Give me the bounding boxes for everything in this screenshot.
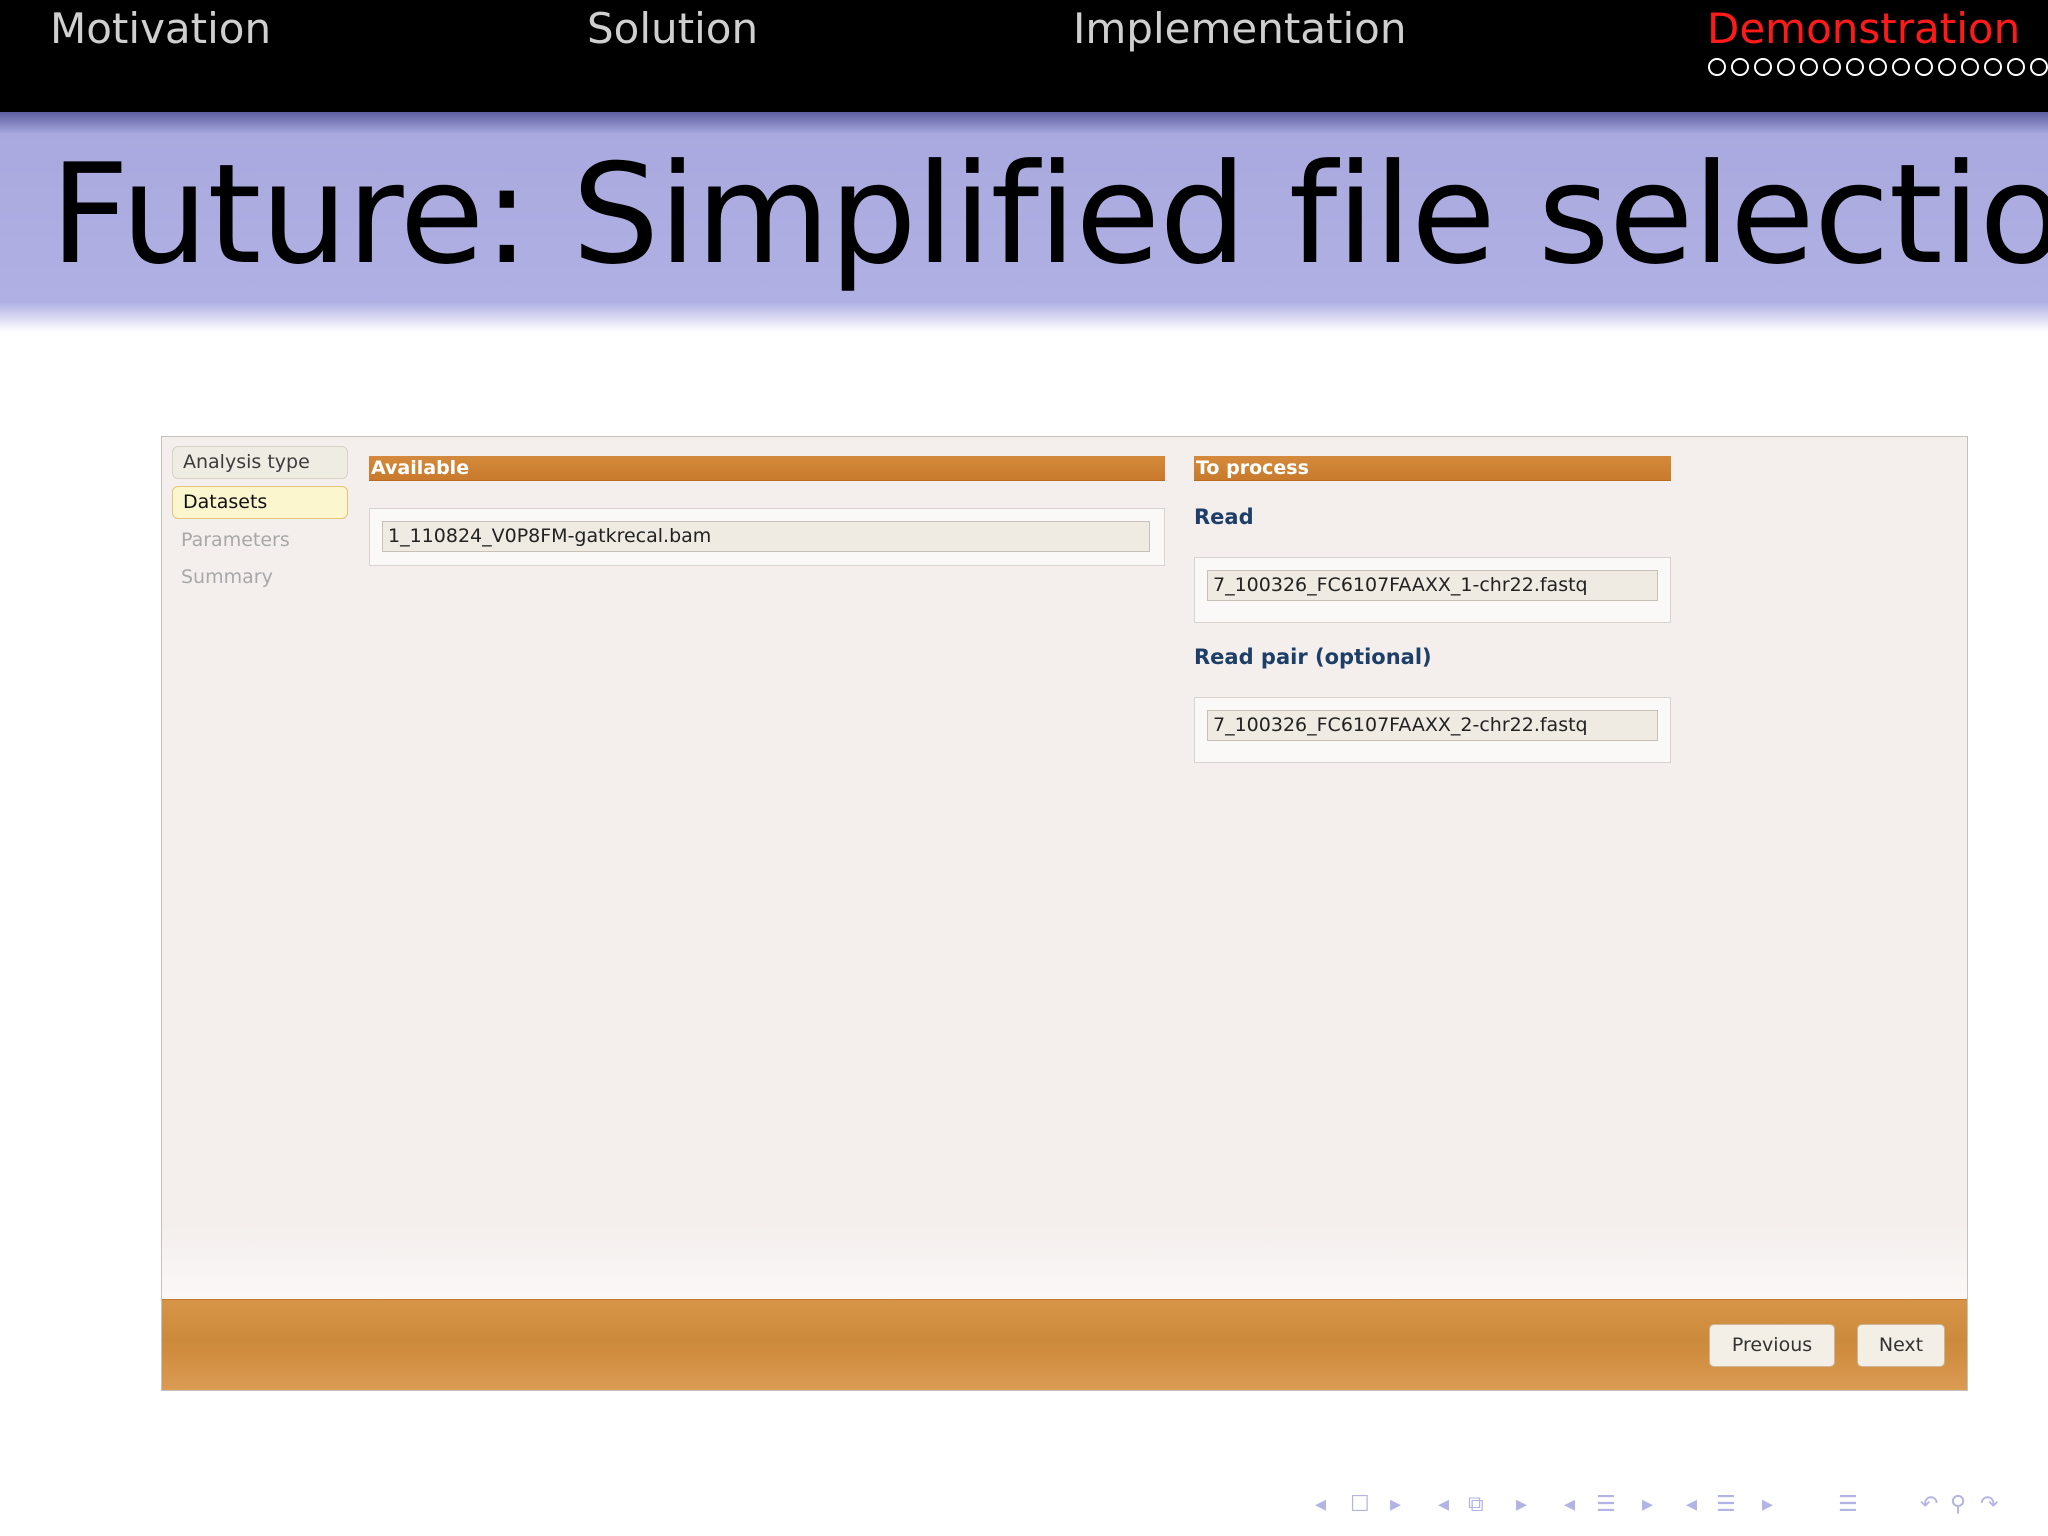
nav-section-implementation[interactable]: Implementation [1073,4,1407,53]
available-file-list[interactable]: 1_110824_V0P8FM-gatkrecal.bam [369,508,1165,566]
slide-nav-bar: Motivation Solution Implementation Demon… [0,0,2048,112]
frame-dot[interactable] [1869,58,1887,76]
frame-title: Future: Simplified file selection [50,134,2048,295]
step-analysis-type[interactable]: Analysis type [172,446,348,479]
document-icon[interactable]: ☰ [1716,1490,1736,1520]
app-window: Analysis type Datasets Parameters Summar… [161,436,1968,1391]
frame-dot[interactable] [1777,58,1795,76]
read-pair-file-item[interactable]: 7_100326_FC6107FAAXX_2-chr22.fastq [1207,710,1658,741]
read-pair-drop-zone[interactable]: 7_100326_FC6107FAAXX_2-chr22.fastq [1194,697,1671,763]
frame-dot[interactable] [1754,58,1772,76]
frame-dot[interactable] [1984,58,2002,76]
frame-dot[interactable] [1800,58,1818,76]
to-process-header: To process [1194,456,1671,481]
available-header: Available [369,456,1165,481]
arrow-right-icon[interactable]: ▸ [1516,1490,1527,1520]
back-icon[interactable]: ↶ [1920,1490,1938,1520]
step-datasets[interactable]: Datasets [172,486,348,519]
frame-dot[interactable] [1938,58,1956,76]
beamer-nav-symbols: ◂ ☐ ▸ ◂ ⧉ ▸ ◂ ☰ ▸ ◂ ☰ ▸ ☰ ↶ ⚲ ↷ [1310,1490,2048,1520]
frame-dot[interactable] [1823,58,1841,76]
previous-button[interactable]: Previous [1709,1324,1835,1367]
appendix-icon[interactable]: ☰ [1838,1490,1858,1520]
subsection-icon[interactable]: ⧉ [1468,1490,1484,1520]
frame-dot[interactable] [1915,58,1933,76]
read-drop-zone[interactable]: 7_100326_FC6107FAAXX_1-chr22.fastq [1194,557,1671,623]
arrow-left-icon[interactable]: ◂ [1686,1490,1697,1520]
read-file-item[interactable]: 7_100326_FC6107FAAXX_1-chr22.fastq [1207,570,1658,601]
arrow-right-icon[interactable]: ▸ [1642,1490,1653,1520]
arrow-left-icon[interactable]: ◂ [1438,1490,1449,1520]
arrow-left-icon[interactable]: ◂ [1315,1490,1326,1520]
arrow-left-icon[interactable]: ◂ [1564,1490,1575,1520]
arrow-right-icon[interactable]: ▸ [1390,1490,1401,1520]
step-parameters: Parameters [181,529,290,551]
arrow-right-icon[interactable]: ▸ [1762,1490,1773,1520]
available-file-item[interactable]: 1_110824_V0P8FM-gatkrecal.bam [382,521,1150,552]
frame-dot[interactable] [1708,58,1726,76]
app-footer: Previous Next [162,1299,1967,1390]
next-button[interactable]: Next [1857,1324,1945,1367]
frame-dot[interactable] [2030,58,2048,76]
step-summary: Summary [181,566,273,588]
frame-icon[interactable]: ☐ [1350,1490,1370,1520]
search-icon[interactable]: ⚲ [1950,1490,1966,1520]
frame-dot[interactable] [1846,58,1864,76]
read-pair-label: Read pair (optional) [1194,645,1432,669]
frame-progress-dots[interactable] [1708,58,2048,88]
nav-section-demonstration[interactable]: Demonstration [1707,4,2020,53]
nav-section-solution[interactable]: Solution [587,4,758,53]
nav-section-motivation[interactable]: Motivation [50,4,271,53]
section-icon[interactable]: ☰ [1596,1490,1616,1520]
frame-dot[interactable] [1731,58,1749,76]
frame-dot[interactable] [2007,58,2025,76]
forward-icon[interactable]: ↷ [1980,1490,1998,1520]
read-label: Read [1194,505,1254,529]
frame-dot[interactable] [1892,58,1910,76]
frame-dot[interactable] [1961,58,1979,76]
